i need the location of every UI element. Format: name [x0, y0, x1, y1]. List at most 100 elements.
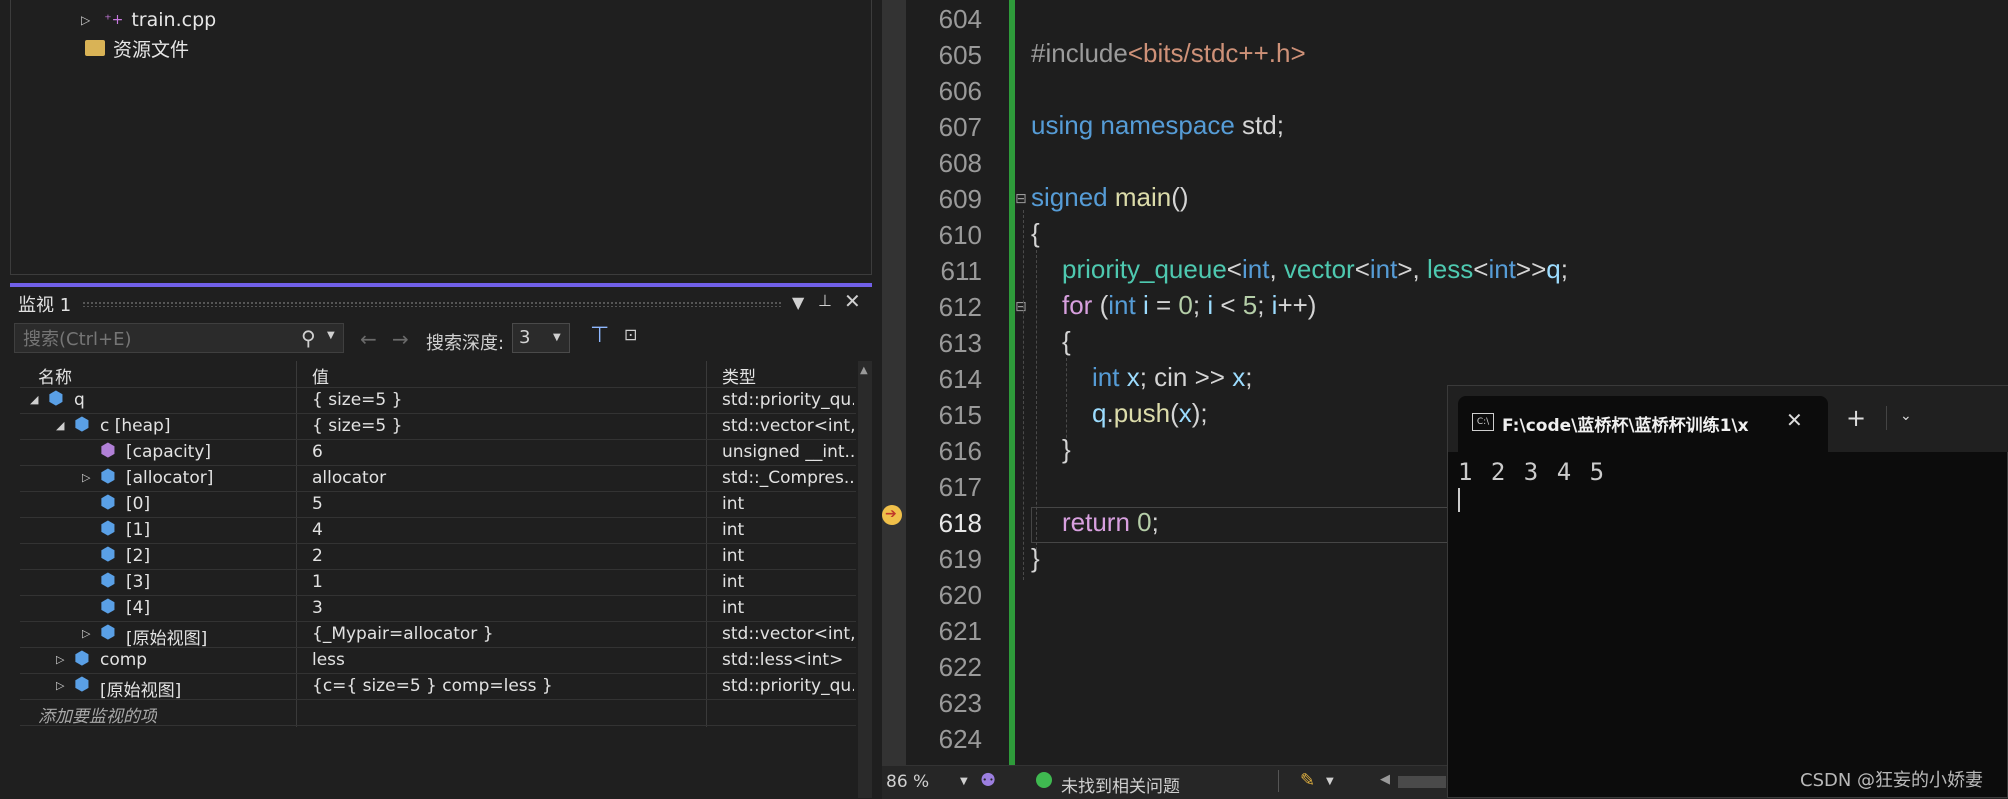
horizontal-scrollbar[interactable] — [1398, 776, 1446, 788]
terminal-tab-title: F:\code\蓝桥杯\蓝桥杯训练1\x — [1502, 416, 1749, 436]
pin-icon[interactable]: ⊥ — [818, 291, 832, 310]
add-watch-placeholder[interactable]: 添加要监视的项 — [38, 702, 157, 727]
watch-title: 监视 1 — [18, 295, 72, 316]
object-cube-icon: ⬢ — [48, 388, 64, 409]
dropdown-icon[interactable]: ▼ — [792, 293, 804, 312]
pin-watch-icon[interactable]: ⊤ — [590, 323, 609, 348]
watch-row[interactable]: ⬢ [1] 4 int — [20, 517, 856, 544]
copilot-icon[interactable]: ⚉ — [980, 770, 996, 791]
fold-icon[interactable]: ⊟ — [1015, 191, 1027, 207]
expand-arrow-icon[interactable]: ▷ — [56, 653, 64, 666]
watch-value[interactable]: 6 — [312, 442, 712, 462]
forward-arrow-icon[interactable]: → — [392, 327, 409, 351]
watch-value[interactable]: 5 — [312, 494, 712, 514]
watch-value[interactable]: {_Mypair=allocator } — [312, 624, 712, 644]
column-header-type[interactable]: 类型 — [722, 363, 756, 388]
code-line-607: using namespace std; — [1031, 110, 1284, 140]
watch-type: int — [722, 598, 745, 618]
scroll-up-icon[interactable]: ▲ — [860, 365, 868, 376]
line-number: 611 — [940, 256, 982, 286]
drag-grip[interactable] — [82, 301, 782, 307]
watch-name: [2] — [126, 546, 151, 566]
watch-value[interactable]: 2 — [312, 546, 712, 566]
line-number: 608 — [938, 148, 982, 178]
column-header-value[interactable]: 值 — [312, 363, 329, 388]
chevron-down-icon[interactable]: ▼ — [327, 330, 335, 341]
vertical-scrollbar[interactable]: ▲ — [858, 361, 872, 798]
chevron-down-icon[interactable]: ▼ — [1326, 776, 1334, 787]
search-box[interactable]: ⚲ ▼ — [14, 323, 344, 353]
watch-value[interactable]: less — [312, 650, 712, 670]
watch-name: comp — [100, 650, 148, 670]
expand-arrow-icon[interactable]: ▷ — [82, 471, 90, 484]
watermark: CSDN @狂妄的小娇妻 — [1800, 770, 1984, 791]
depth-label: 搜索深度: — [426, 333, 505, 354]
back-arrow-icon[interactable]: ← — [360, 327, 377, 351]
watch-row[interactable]: ▷ ⬢ [allocator] allocator std::_Compres... — [20, 465, 856, 492]
expand-arrow-icon[interactable]: ▷ — [56, 679, 64, 692]
add-watch-row[interactable]: 添加要监视的项 — [20, 699, 856, 727]
search-icon[interactable]: ⚲ — [301, 326, 316, 350]
code-line-619: } — [1031, 543, 1040, 573]
watch-value[interactable]: allocator — [312, 468, 712, 488]
code-line-615: q.push(x); — [1092, 398, 1208, 428]
tree-item-train-cpp[interactable]: ▷ ⁺+ train.cpp — [81, 6, 216, 34]
tree-item-resource-files[interactable]: 资源文件 — [85, 34, 189, 62]
watch-name: [1] — [126, 520, 151, 540]
close-icon[interactable]: ✕ — [1786, 408, 1803, 432]
zoom-level[interactable]: 86 % — [886, 772, 929, 792]
chevron-down-icon[interactable]: ▼ — [960, 776, 968, 787]
watch-value[interactable]: { size=5 } — [312, 390, 712, 410]
code-line-616: } — [1062, 434, 1071, 464]
watch-value[interactable]: { size=5 } — [312, 416, 712, 436]
watch-row[interactable]: ◢ ⬢ c [heap] { size=5 } std::vector<int,... — [20, 413, 856, 440]
object-cube-icon: ⬢ — [74, 648, 90, 669]
watch-value[interactable]: 3 — [312, 598, 712, 618]
terminal-window[interactable]: C:\ F:\code\蓝桥杯\蓝桥杯训练1\x ✕ + ⌄ 1 2 3 4 5 — [1447, 385, 2008, 798]
watch-row[interactable]: ⬢ [0] 5 int — [20, 491, 856, 518]
watch-row[interactable]: ⬢ [2] 2 int — [20, 543, 856, 570]
watch-value[interactable]: 1 — [312, 572, 712, 592]
watch-name: [allocator] — [126, 468, 214, 488]
cleanup-brush-icon[interactable]: ✎ — [1300, 770, 1315, 791]
divider — [1278, 770, 1279, 792]
issues-status[interactable]: 未找到相关问题 — [1061, 772, 1180, 797]
divider — [1886, 406, 1887, 430]
expand-arrow-icon[interactable]: ▷ — [82, 627, 90, 640]
indent-guide — [1023, 210, 1025, 580]
line-number: 619 — [938, 544, 982, 574]
indent-guide — [1036, 250, 1038, 550]
collapse-arrow-icon[interactable]: ◢ — [30, 393, 38, 406]
column-header-name[interactable]: 名称 — [38, 363, 72, 388]
active-accent-bar — [10, 283, 872, 287]
view-format-icon[interactable]: ⊡ — [624, 325, 637, 344]
watch-name: [0] — [126, 494, 151, 514]
expand-arrow-icon[interactable]: ▷ — [81, 13, 90, 27]
line-number: 610 — [938, 220, 982, 250]
watch-type: int — [722, 546, 745, 566]
scroll-left-icon[interactable]: ◀ — [1380, 772, 1390, 787]
line-number: 624 — [938, 724, 982, 754]
watch-row[interactable]: ▷ ⬢ [原始视图] {_Mypair=allocator } std::vector<… — [20, 621, 856, 649]
new-tab-icon[interactable]: + — [1846, 404, 1866, 432]
search-input[interactable] — [21, 326, 295, 352]
watch-value[interactable]: {c={ size=5 } comp=less } — [312, 676, 712, 696]
terminal-output: 1 2 3 4 5 — [1458, 458, 1607, 486]
terminal-tab[interactable]: C:\ F:\code\蓝桥杯\蓝桥杯训练1\x ✕ — [1458, 396, 1828, 452]
collapse-arrow-icon[interactable]: ◢ — [56, 419, 64, 432]
close-icon[interactable]: ✕ — [844, 289, 861, 313]
watch-row[interactable]: ◢ ⬢ q { size=5 } std::priority_qu... — [20, 387, 856, 414]
object-cube-icon: ⬢ — [100, 596, 116, 617]
depth-select[interactable]: 3 ▼ — [512, 323, 570, 353]
check-icon — [1036, 772, 1052, 788]
chevron-down-icon[interactable]: ▼ — [553, 332, 561, 343]
watch-row[interactable]: ▷ ⬢ comp less std::less<int> — [20, 647, 856, 674]
watch-row[interactable]: ⬢ [capacity] 6 unsigned __int... — [20, 439, 856, 466]
watch-type: int — [722, 494, 745, 514]
watch-row[interactable]: ⬢ [4] 3 int — [20, 595, 856, 622]
watch-row[interactable]: ▷ ⬢ [原始视图] {c={ size=5 } comp=less } std::pr… — [20, 673, 856, 701]
line-number: 623 — [938, 688, 982, 718]
chevron-down-icon[interactable]: ⌄ — [1900, 408, 1912, 424]
watch-value[interactable]: 4 — [312, 520, 712, 540]
watch-row[interactable]: ⬢ [3] 1 int — [20, 569, 856, 596]
